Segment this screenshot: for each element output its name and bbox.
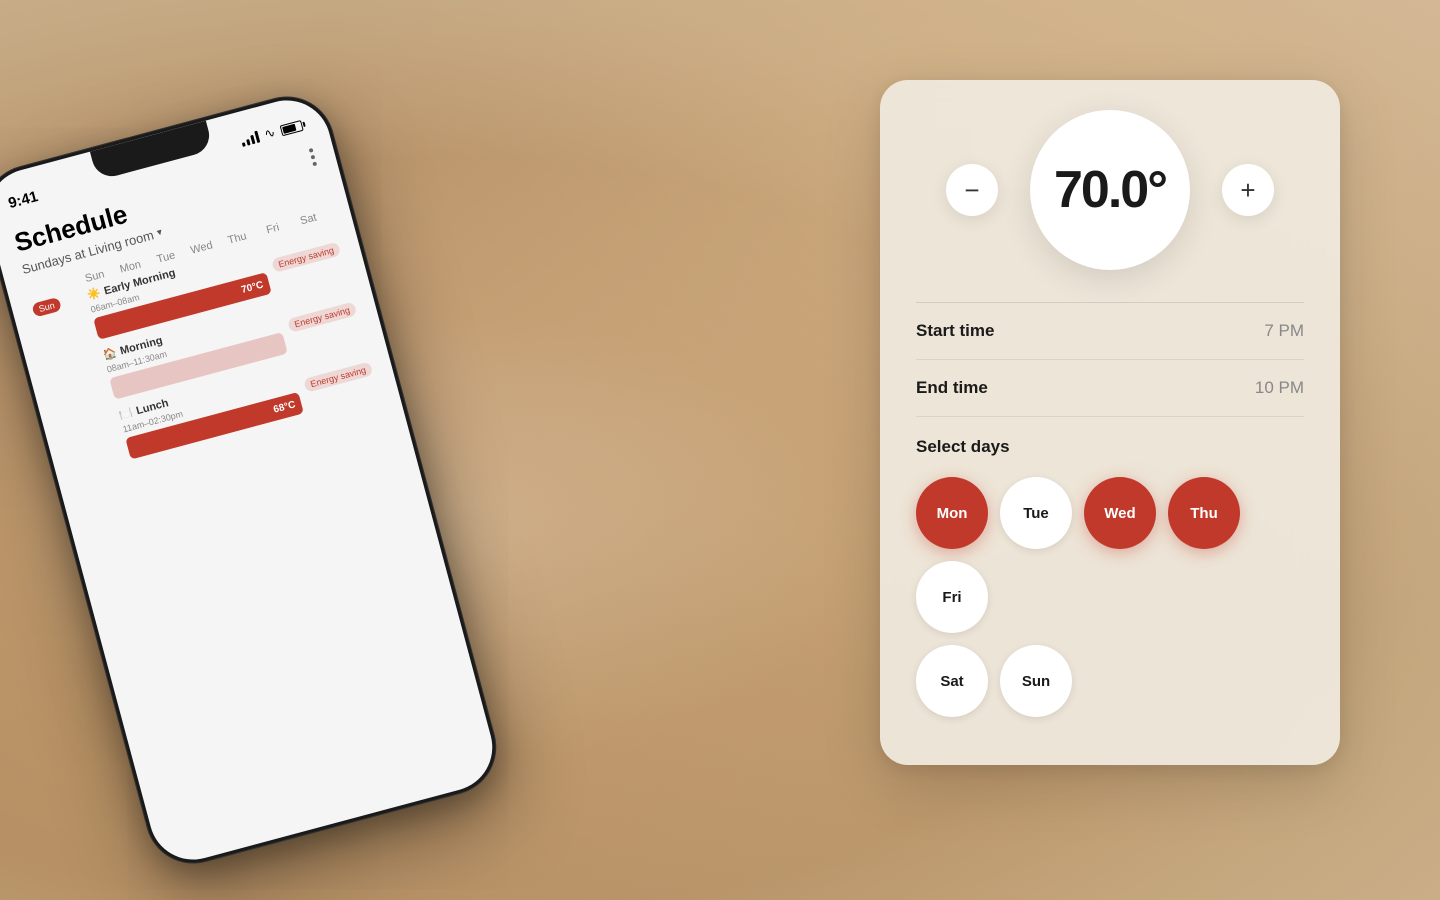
day-thu-button[interactable]: Thu bbox=[1168, 477, 1240, 549]
thermostat-card: − 70.0° + Start time 7 PM End time 10 PM… bbox=[880, 80, 1340, 765]
battery-fill bbox=[282, 123, 296, 133]
increase-temp-button[interactable]: + bbox=[1222, 164, 1274, 216]
end-time-row[interactable]: End time 10 PM bbox=[916, 360, 1304, 417]
menu-dot bbox=[310, 155, 315, 160]
status-time: 9:41 bbox=[6, 187, 39, 211]
energy-badge-morning: Energy saving bbox=[287, 301, 357, 332]
start-time-row[interactable]: Start time 7 PM bbox=[916, 303, 1304, 360]
battery-icon bbox=[280, 119, 304, 135]
days-row-1: Mon Tue Wed Thu Fri bbox=[916, 477, 1304, 633]
day-fri-button[interactable]: Fri bbox=[916, 561, 988, 633]
start-time-value: 7 PM bbox=[1264, 321, 1304, 341]
day-wed-button[interactable]: Wed bbox=[1084, 477, 1156, 549]
select-days-section: Select days Mon Tue Wed Thu Fri Sat Sun bbox=[916, 437, 1304, 717]
select-days-title: Select days bbox=[916, 437, 1304, 457]
wifi-icon: ∿ bbox=[263, 124, 278, 142]
sun-badge: Sun bbox=[31, 297, 62, 318]
day-mon-button[interactable]: Mon bbox=[916, 477, 988, 549]
temperature-circle: 70.0° bbox=[1030, 110, 1190, 270]
morning-icon: 🏠 bbox=[101, 346, 118, 362]
temperature-control: − 70.0° + bbox=[916, 110, 1304, 270]
lunch-icon: 🍽️ bbox=[118, 406, 135, 422]
chevron-down-icon: ▾ bbox=[156, 227, 164, 239]
decrease-temp-button[interactable]: − bbox=[946, 164, 998, 216]
end-time-value: 10 PM bbox=[1255, 378, 1304, 398]
early-morning-icon: ☀️ bbox=[85, 286, 102, 302]
temperature-display: 70.0° bbox=[1054, 160, 1166, 220]
menu-dot bbox=[309, 148, 314, 153]
start-time-label: Start time bbox=[916, 321, 994, 341]
time-settings: Start time 7 PM End time 10 PM bbox=[916, 302, 1304, 417]
signal-icon bbox=[240, 131, 260, 147]
day-sun-button[interactable]: Sun bbox=[1000, 645, 1072, 717]
day-tue-button[interactable]: Tue bbox=[1000, 477, 1072, 549]
day-sat-button[interactable]: Sat bbox=[916, 645, 988, 717]
end-time-label: End time bbox=[916, 378, 988, 398]
energy-badge-early-morning: Energy saving bbox=[271, 242, 341, 273]
days-row-2: Sat Sun bbox=[916, 645, 1304, 717]
energy-badge-lunch: Energy saving bbox=[303, 361, 373, 392]
